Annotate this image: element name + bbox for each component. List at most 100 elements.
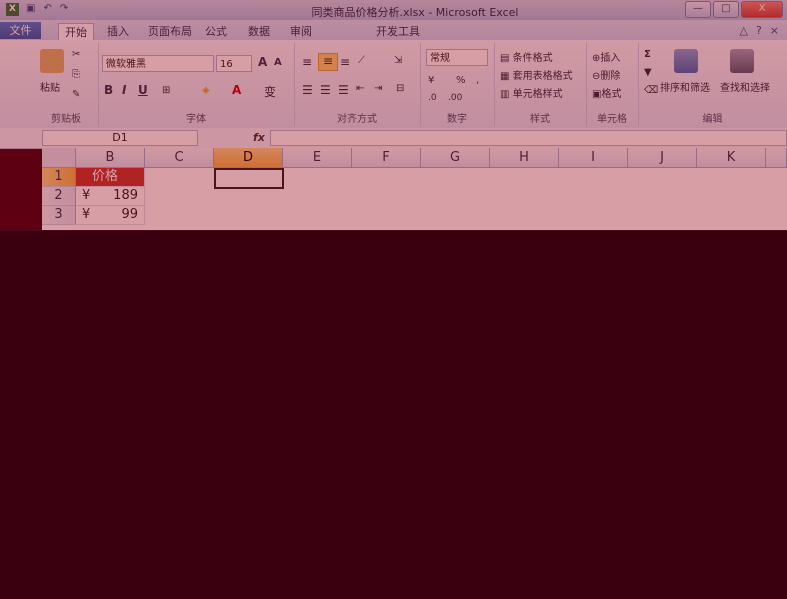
tab-formulas[interactable]: 公式 [199, 23, 233, 40]
name-box[interactable]: D1 [42, 130, 198, 146]
close-button[interactable]: X [741, 1, 783, 18]
align-middle-icon[interactable]: ≡ [318, 53, 338, 71]
help-icon[interactable]: ? [756, 24, 762, 37]
cells-label: 单元格 [597, 114, 627, 125]
font-color-icon[interactable]: A [232, 83, 241, 97]
minimize-button[interactable]: — [685, 1, 711, 18]
column-header-j[interactable]: J [628, 148, 697, 168]
autosum-button[interactable]: Σ [644, 49, 651, 60]
wrap-text-icon[interactable]: ⇲ [394, 55, 402, 66]
align-left-icon[interactable]: ☰ [302, 83, 313, 97]
format-as-table-button[interactable]: ▦ 套用表格格式 [500, 67, 573, 82]
tab-home[interactable]: 开始 [58, 23, 94, 41]
font-name-select[interactable]: 微软雅黑 [102, 55, 214, 72]
undo-icon[interactable]: ↶ [43, 3, 51, 14]
shrink-font-icon[interactable]: A [274, 57, 282, 68]
redo-icon[interactable]: ↷ [60, 3, 68, 14]
editing-label: 编辑 [702, 114, 723, 125]
row-header-3[interactable]: 3 [42, 206, 76, 225]
currency-symbol: ¥ [82, 188, 91, 203]
column-header-g[interactable]: G [421, 148, 490, 168]
border-icon[interactable]: ⊞ [162, 85, 170, 96]
conditional-format-button[interactable]: ▤ 条件格式 [500, 49, 553, 64]
tab-page-layout[interactable]: 页面布局 [142, 23, 198, 40]
row-header-2[interactable]: 2 [42, 187, 76, 206]
paste-button[interactable]: 粘贴 [40, 79, 60, 94]
copy-icon[interactable]: ⎘ [72, 69, 80, 80]
column-header-k[interactable]: K [697, 148, 766, 168]
format-cells-button[interactable]: ▣格式 [592, 85, 621, 100]
orientation-icon[interactable]: ⟋ [358, 55, 365, 66]
percent-button[interactable]: % [456, 75, 466, 86]
column-header-d[interactable]: D [214, 148, 283, 168]
merge-center-icon[interactable]: ⊟ [396, 83, 404, 94]
bold-button[interactable]: B [104, 83, 113, 97]
tab-developer[interactable]: 开发工具 [370, 23, 426, 40]
cell-b2[interactable]: ¥ 189 [76, 187, 145, 206]
paste-icon[interactable] [40, 49, 64, 73]
fx-icon[interactable]: fx [253, 131, 265, 144]
tab-insert[interactable]: 插入 [101, 23, 135, 40]
ribbon-close-icon[interactable]: × [770, 24, 779, 37]
insert-cells-button[interactable]: ⊕插入 [592, 49, 620, 64]
row-header-1[interactable]: 1 [42, 168, 76, 187]
underline-button[interactable]: U [138, 83, 148, 97]
insert-cells-label: 插入 [600, 53, 621, 64]
sort-filter-icon[interactable] [674, 49, 698, 73]
conditional-format-label: 条件格式 [512, 53, 553, 64]
overlay-divider [0, 230, 787, 231]
sort-filter-button[interactable]: 排序和筛选 [660, 79, 710, 94]
increase-indent-icon[interactable]: ⇥ [374, 83, 382, 94]
find-select-button[interactable]: 查找和选择 [720, 79, 770, 94]
tab-file[interactable]: 文件 [0, 22, 41, 39]
align-center-icon[interactable]: ☰ [320, 83, 331, 97]
decrease-indent-icon[interactable]: ⇤ [356, 83, 364, 94]
clipboard-label: 剪贴板 [51, 114, 81, 125]
column-header-partial[interactable] [766, 148, 787, 168]
font-size-select[interactable]: 16 [216, 55, 252, 72]
editing-group: Σ ▼ ⌫ 排序和筛选 查找和选择 编辑 [638, 43, 787, 126]
maximize-button[interactable]: □ [713, 1, 739, 18]
cell-d1[interactable] [214, 168, 284, 189]
column-header-e[interactable]: E [283, 148, 352, 168]
title-bar: X ▣ ↶ ↷ 同类商品价格分析.xlsx - Microsoft Excel … [0, 0, 787, 21]
fill-color-icon[interactable]: ◈ [202, 85, 210, 96]
column-header-b[interactable]: B [76, 148, 145, 168]
formula-input[interactable] [270, 130, 787, 146]
increase-decimal-icon[interactable]: .0 [428, 93, 437, 103]
dark-overlay-region [0, 230, 787, 599]
cell-b3[interactable]: ¥ 99 [76, 206, 145, 225]
number-format-select[interactable]: 常规 [426, 49, 488, 66]
comma-button[interactable]: , [476, 75, 479, 86]
cut-icon[interactable]: ✂ [72, 49, 80, 60]
tab-data[interactable]: 数据 [242, 23, 276, 40]
find-select-icon[interactable] [730, 49, 754, 73]
align-top-icon[interactable]: ≡ [302, 55, 312, 69]
decrease-decimal-icon[interactable]: .00 [448, 93, 462, 103]
align-right-icon[interactable]: ☰ [338, 83, 349, 97]
styles-label: 样式 [530, 114, 550, 125]
fill-icon[interactable]: ▼ [644, 67, 652, 78]
align-bottom-icon[interactable]: ≡ [340, 55, 350, 69]
ribbon-right-controls: △ ? × [739, 24, 779, 37]
grow-font-icon[interactable]: A [258, 55, 267, 69]
column-header-i[interactable]: I [559, 148, 628, 168]
delete-cells-label: 删除 [600, 71, 621, 82]
phonetic-icon[interactable]: 变 [264, 83, 276, 100]
column-header-h[interactable]: H [490, 148, 559, 168]
excel-app-icon[interactable]: X [6, 3, 19, 16]
save-icon[interactable]: ▣ [26, 3, 35, 14]
column-header-c[interactable]: C [145, 148, 214, 168]
ribbon-tabs: 文件 开始 插入 页面布局 公式 数据 审阅 开发工具 △ ? × [0, 20, 787, 41]
column-header-f[interactable]: F [352, 148, 421, 168]
cell-styles-button[interactable]: ▥ 单元格样式 [500, 85, 563, 100]
ribbon-collapse-icon[interactable]: △ [739, 24, 747, 37]
currency-icon[interactable]: ¥ [428, 75, 434, 86]
italic-button[interactable]: I [122, 83, 126, 97]
select-all-corner[interactable] [42, 148, 76, 168]
clear-icon[interactable]: ⌫ [644, 85, 658, 96]
tab-review[interactable]: 审阅 [284, 23, 318, 40]
cell-b1[interactable]: 价格 [76, 168, 145, 187]
delete-cells-button[interactable]: ⊖删除 [592, 67, 620, 82]
format-painter-icon[interactable]: ✎ [72, 89, 80, 100]
